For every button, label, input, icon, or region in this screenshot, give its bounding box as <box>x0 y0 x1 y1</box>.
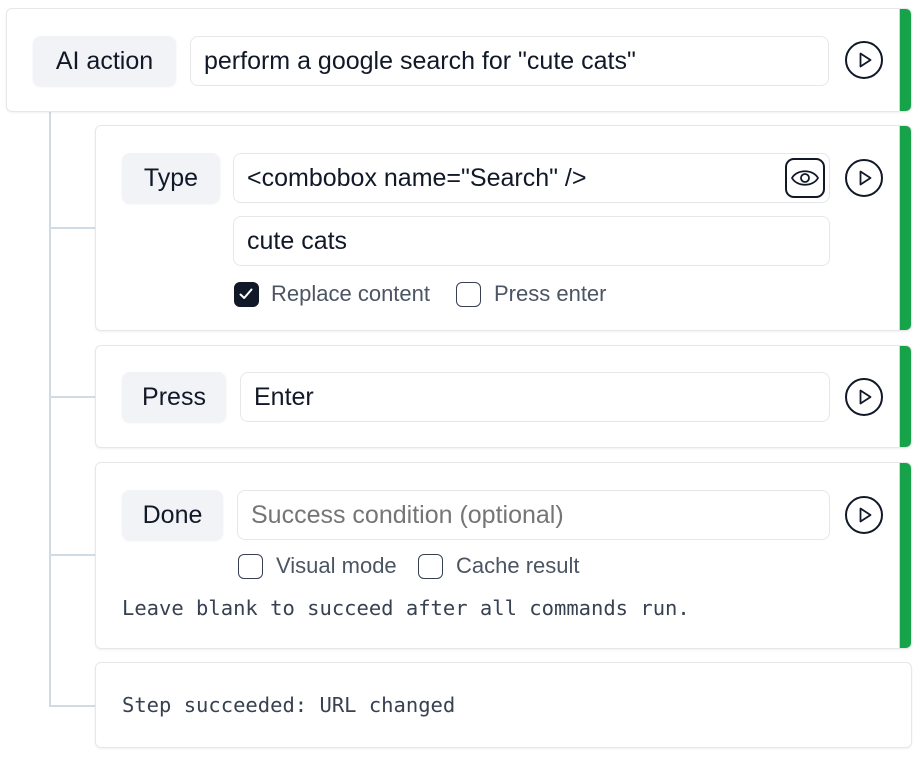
run-step-button[interactable] <box>845 41 883 79</box>
replace-content-label: Replace content <box>271 281 430 306</box>
step-kind-chip[interactable]: Press <box>122 372 226 422</box>
tree-connector-vertical <box>49 111 51 707</box>
key-input[interactable]: Enter <box>240 372 830 422</box>
step-kind-chip[interactable]: Type <box>122 153 220 203</box>
visual-mode-label: Visual mode <box>276 553 397 578</box>
done-hint-text: Leave blank to succeed after all command… <box>122 596 690 620</box>
press-step-card: Press Enter <box>95 345 912 448</box>
step-result-card: Step succeeded: URL changed <box>95 662 912 748</box>
press-enter-checkbox[interactable] <box>456 282 481 307</box>
press-enter-label: Press enter <box>494 281 607 306</box>
target-element-input[interactable]: <combobox name="Search" /> <box>233 153 830 203</box>
step-status-bar <box>899 9 911 111</box>
tree-connector-done <box>49 554 96 556</box>
visual-mode-checkbox[interactable] <box>238 554 263 579</box>
run-step-button[interactable] <box>845 378 883 416</box>
done-step-card: Done Visual mode Cache result Leave blan… <box>95 462 912 649</box>
tree-connector-type <box>49 227 96 229</box>
run-step-button[interactable] <box>845 496 883 534</box>
run-step-button[interactable] <box>845 159 883 197</box>
step-kind-chip[interactable]: Done <box>122 490 223 540</box>
success-condition-input[interactable] <box>237 490 830 540</box>
checkmark-icon <box>239 288 253 299</box>
step-status-bar <box>899 126 911 330</box>
ai-action-step-card: AI action perform a google search for "c… <box>6 8 912 112</box>
eye-icon <box>790 170 820 186</box>
replace-content-checkbox[interactable] <box>234 282 259 307</box>
tree-connector-result <box>49 705 96 707</box>
cache-result-checkbox[interactable] <box>418 554 443 579</box>
step-status-bar <box>899 346 911 447</box>
type-step-card: Type <combobox name="Search" /> cute cat… <box>95 125 912 331</box>
step-kind-chip[interactable]: AI action <box>33 36 176 86</box>
tree-connector-press <box>49 396 96 398</box>
inspect-element-button[interactable] <box>785 158 825 198</box>
instruction-input[interactable]: perform a google search for "cute cats" <box>190 36 829 86</box>
step-result-message: Step succeeded: URL changed <box>122 693 456 717</box>
play-icon <box>859 170 872 186</box>
play-icon <box>859 507 872 523</box>
step-status-bar <box>899 463 911 648</box>
cache-result-label: Cache result <box>456 553 580 578</box>
play-icon <box>859 52 872 68</box>
play-icon <box>859 389 872 405</box>
type-text-input[interactable]: cute cats <box>233 216 830 266</box>
